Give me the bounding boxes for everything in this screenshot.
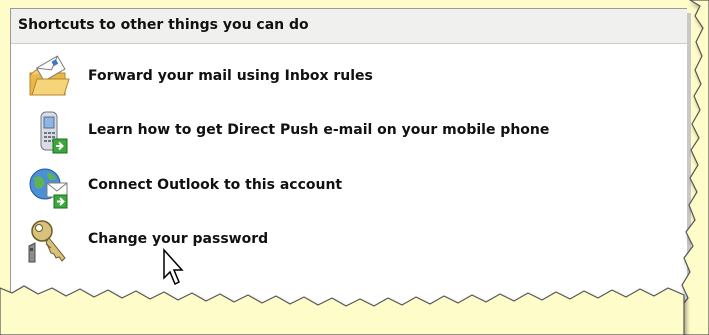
shortcut-change-password[interactable]: Change your password — [27, 218, 627, 264]
shortcut-label: Connect Outlook to this account — [88, 177, 343, 193]
panel-title: Shortcuts to other things you can do — [18, 17, 309, 33]
shortcut-forward-mail[interactable]: Forward your mail using Inbox rules — [27, 55, 627, 101]
key-icon — [28, 220, 66, 263]
shortcut-connect-outlook[interactable]: Connect Outlook to this account — [27, 164, 627, 210]
shortcuts-panel: Shortcuts to other things you can do For… — [10, 8, 687, 306]
shortcut-label: Change your password — [88, 231, 269, 247]
panel-header: Shortcuts to other things you can do — [11, 8, 687, 44]
shortcut-label: Forward your mail using Inbox rules — [88, 68, 373, 84]
mouse-pointer-icon — [163, 248, 184, 286]
mobile-phone-icon — [40, 111, 68, 154]
shortcut-direct-push[interactable]: Learn how to get Direct Push e-mail on y… — [27, 109, 627, 155]
globe-mail-icon — [29, 168, 68, 209]
folder-mail-icon — [29, 55, 70, 96]
shortcut-label: Learn how to get Direct Push e-mail on y… — [88, 122, 550, 138]
